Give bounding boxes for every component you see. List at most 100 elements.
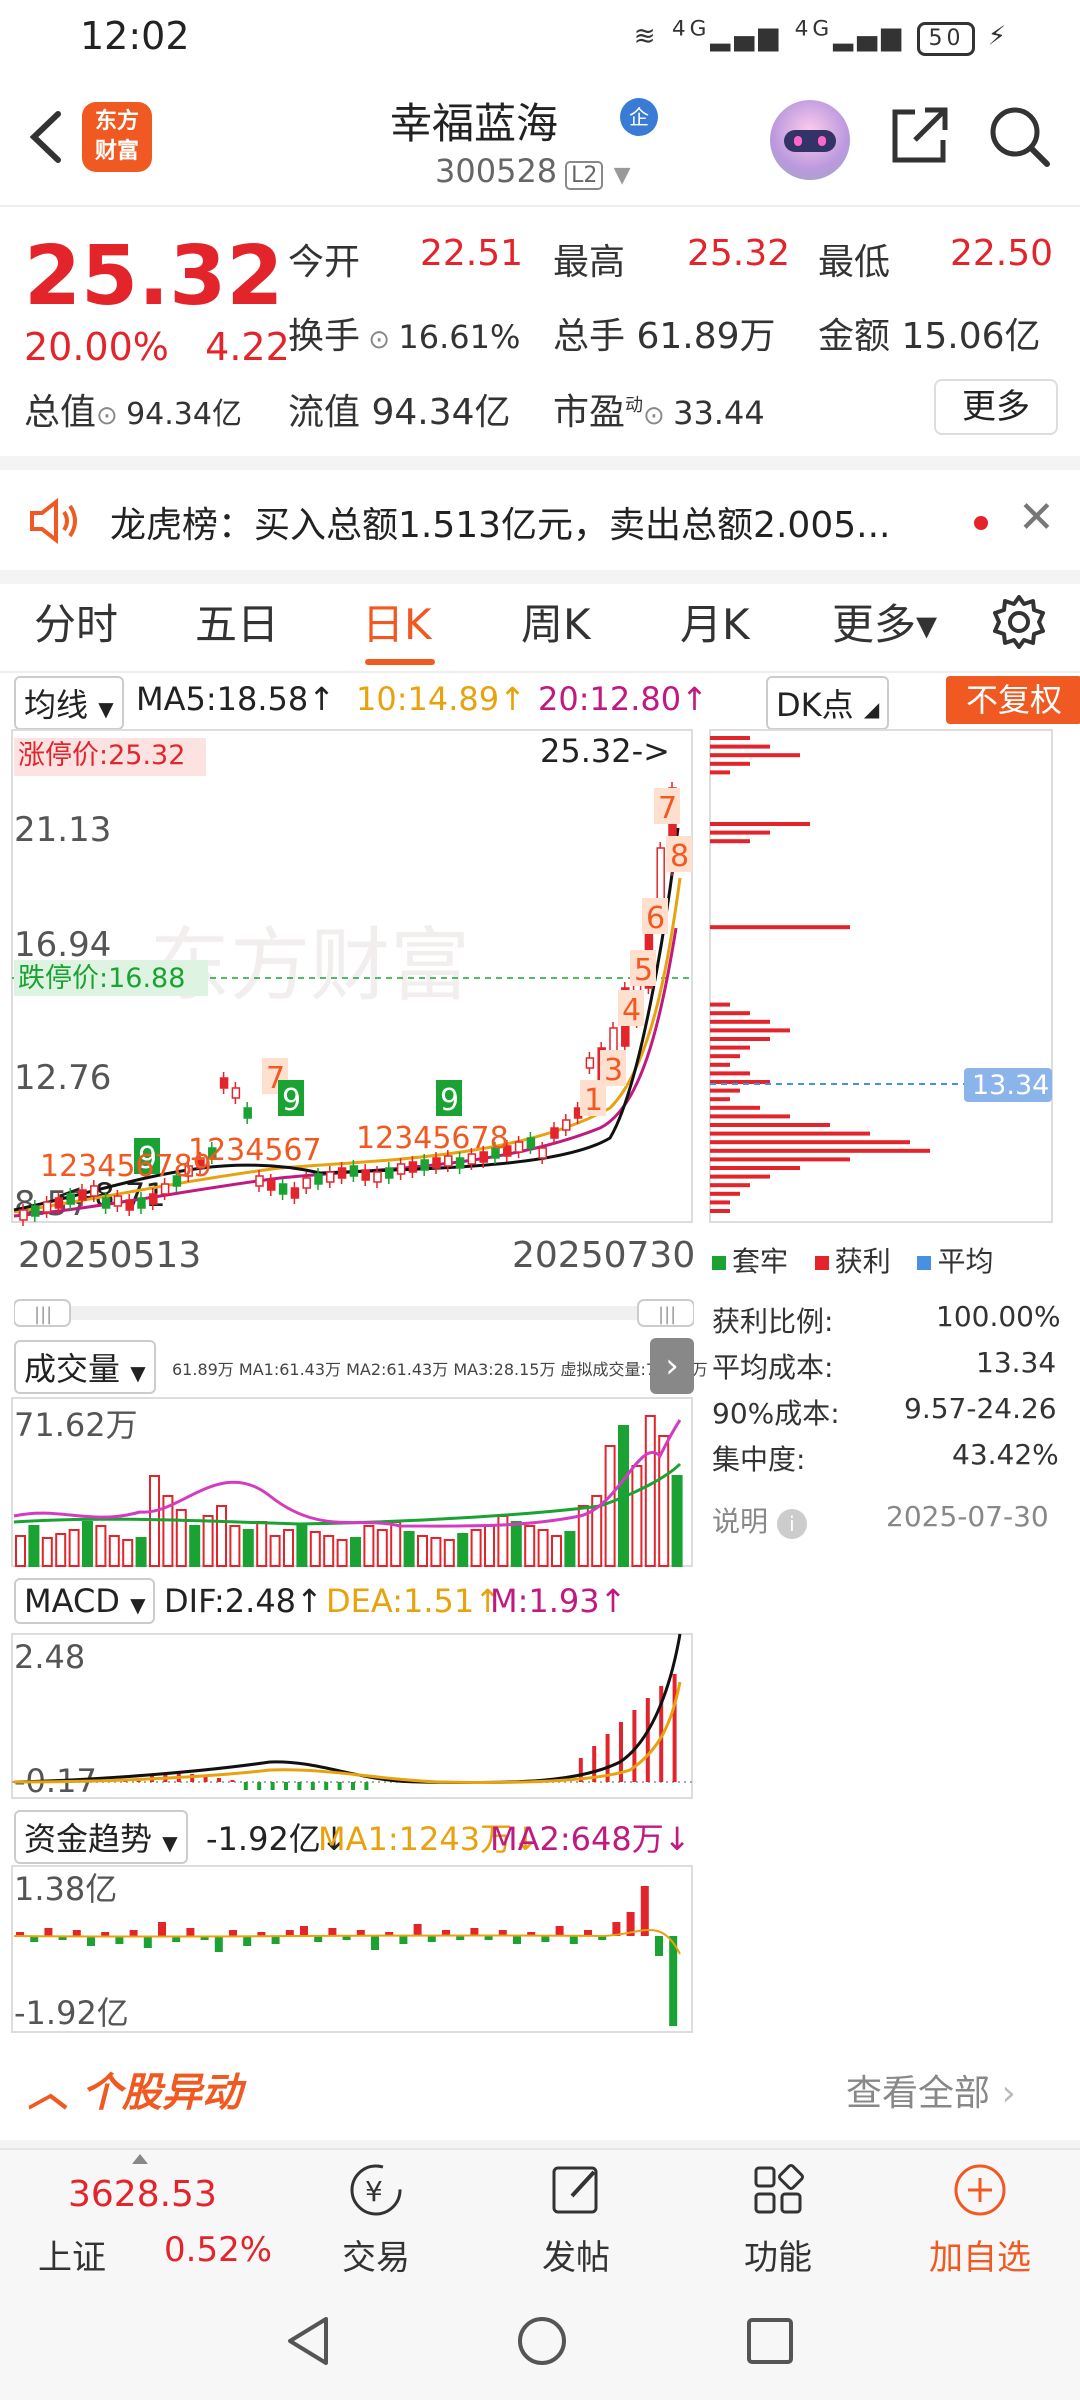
macd-bar	[672, 1674, 677, 1782]
chip-distribution-chart[interactable]: 13.34	[708, 728, 1054, 1228]
tab-more[interactable]: 更多▾	[832, 591, 937, 652]
dragon-tiger-notice[interactable]: 龙虎榜：买入总额1.513亿元，卖出总额2.005... ✕	[0, 470, 1080, 570]
volume-chart[interactable]: 71.62万	[0, 1396, 700, 1568]
fund-bar	[87, 1936, 95, 1946]
bottom-nav: 3628.53 上证 0.52% ¥ 交易 发帖 功能 加自选	[0, 2148, 1080, 2283]
chip-bar	[710, 744, 770, 749]
candle	[408, 1161, 418, 1173]
fund-bar	[513, 1936, 521, 1944]
price-change: 20.00% 4.22	[24, 325, 290, 369]
chip-bar	[710, 1148, 930, 1153]
macd-bar	[217, 1778, 221, 1782]
candle	[302, 1177, 311, 1189]
back-button[interactable]	[20, 102, 80, 172]
tab-monthly-k[interactable]: 月K	[680, 591, 750, 652]
chip-frame	[709, 729, 1053, 1223]
candle	[538, 1147, 547, 1159]
amount: 金额 15.06亿	[818, 316, 1041, 357]
chip-bar	[710, 1105, 760, 1110]
volume-bar	[135, 1537, 147, 1567]
stock-header: 东方财富 幸福蓝海 企 300528 L2 ▼	[0, 72, 1080, 207]
chip-bar	[710, 1080, 770, 1084]
search-icon[interactable]	[985, 102, 1053, 170]
turnover[interactable]: 换手 ⊙ 16.61%	[288, 307, 520, 359]
fund-bar	[427, 1936, 436, 1942]
macd-chart[interactable]: 2.48 -0.17	[0, 1632, 700, 1800]
chip-bar	[710, 839, 750, 844]
nav-trade[interactable]: ¥ 交易	[316, 2160, 436, 2279]
nav-functions[interactable]: 功能	[718, 2160, 838, 2279]
fund-bar	[72, 1930, 81, 1936]
kline-chart[interactable]: 东方财富 涨停价:25.32 跌停价:16.88 21.13 16.94 12.…	[0, 728, 700, 1228]
chip-value-profit-ratio: 100.00%	[936, 1300, 1061, 1333]
volume-bar	[175, 1509, 187, 1567]
nav-post[interactable]: 发帖	[516, 2160, 636, 2279]
volume-bar	[309, 1531, 321, 1567]
macd-select[interactable]: MACD ▼	[14, 1578, 156, 1624]
recents-square-icon[interactable]	[744, 2315, 796, 2367]
macd-bar	[324, 1782, 329, 1790]
dk-series-c: 12345678	[356, 1121, 509, 1156]
volume-bar	[551, 1535, 562, 1567]
add-circle-icon	[954, 2164, 1006, 2216]
fund-trend-select[interactable]: 资金趋势 ▼	[14, 1810, 188, 1864]
chip-label-concentration: 集中度:	[712, 1443, 806, 1476]
tab-intraday[interactable]: 分时	[34, 591, 118, 652]
nav-add-watchlist[interactable]: 加自选	[920, 2160, 1040, 2279]
chip-bar	[710, 1123, 830, 1127]
divider	[0, 456, 1080, 470]
chip-date: 2025-07-30	[886, 1500, 1049, 1533]
svg-text:|||: |||	[658, 1304, 676, 1325]
candle	[550, 1127, 559, 1139]
stock-code[interactable]: 300528 L2 ▼	[435, 152, 631, 190]
ai-assistant-avatar[interactable]	[770, 100, 850, 180]
candle	[585, 1057, 595, 1069]
volume-bar	[336, 1539, 348, 1567]
range-slider[interactable]: ||| |||	[14, 1296, 694, 1330]
ma-select[interactable]: 均线 ▼	[14, 676, 124, 730]
signal-icon: 4G▂▄▆	[671, 16, 783, 52]
volume-bar	[564, 1531, 576, 1567]
fund-bar	[271, 1936, 280, 1944]
candle	[290, 1187, 300, 1199]
dk-marker-9b-label: 9	[440, 1083, 459, 1118]
macd-dea: DEA:1.51↑	[326, 1582, 502, 1620]
high-value: 25.32	[687, 233, 791, 274]
tab-daily-k[interactable]: 日K	[362, 591, 432, 652]
tab-five-day[interactable]: 五日	[195, 591, 279, 652]
more-quote-button[interactable]: 更多	[934, 379, 1058, 435]
volume-select[interactable]: 成交量 ▼	[14, 1340, 156, 1394]
volume-bar	[644, 1415, 656, 1567]
dk-point-select[interactable]: DK点 ◢	[766, 676, 890, 730]
chip-bar	[710, 1191, 740, 1196]
system-icons: ≋ 4G▂▄▆ 4G▂▄▆ 50 ⚡	[634, 16, 1010, 56]
gear-icon[interactable]	[990, 593, 1048, 651]
candle	[137, 1197, 146, 1209]
close-icon[interactable]: ✕	[1018, 492, 1055, 543]
unread-dot	[974, 516, 988, 530]
home-circle-icon[interactable]	[514, 2313, 570, 2369]
back-triangle-icon[interactable]	[282, 2313, 334, 2369]
battery-icon: 50	[917, 21, 976, 56]
no-adjust-button[interactable]: 不复权	[946, 676, 1080, 724]
candle	[361, 1169, 370, 1181]
chip-note[interactable]: 说明 i	[712, 1500, 807, 1540]
notice-text: 龙虎榜：买入总额1.513亿元，卖出总额2.005...	[110, 505, 891, 546]
tab-weekly-k[interactable]: 周K	[521, 591, 591, 652]
stock-movement-title[interactable]: ︿ 个股异动	[28, 2060, 242, 2118]
fund-trend-chart[interactable]: 1.38亿 -1.92亿	[0, 1864, 700, 2034]
dk-marker-4-label: 4	[622, 993, 641, 1028]
index-name: 上证	[38, 2238, 106, 2278]
expand-panel-button[interactable]: ›	[650, 1338, 694, 1394]
app-logo[interactable]: 东方财富	[82, 102, 152, 172]
share-icon[interactable]	[885, 102, 953, 170]
view-all-link[interactable]: 查看全部 ›	[846, 2064, 1016, 2116]
chip-bar	[710, 1028, 790, 1033]
current-price: 25.32	[24, 229, 284, 324]
index-ticker[interactable]: 3628.53 上证 0.52%	[0, 2150, 272, 2283]
market-cap[interactable]: 总值⊙ 94.34亿	[24, 383, 242, 435]
candle	[373, 1171, 382, 1183]
pe-ratio[interactable]: 市盈动⊙ 33.44	[553, 383, 765, 435]
chip-bar	[710, 1157, 850, 1162]
candle	[42, 1201, 52, 1213]
